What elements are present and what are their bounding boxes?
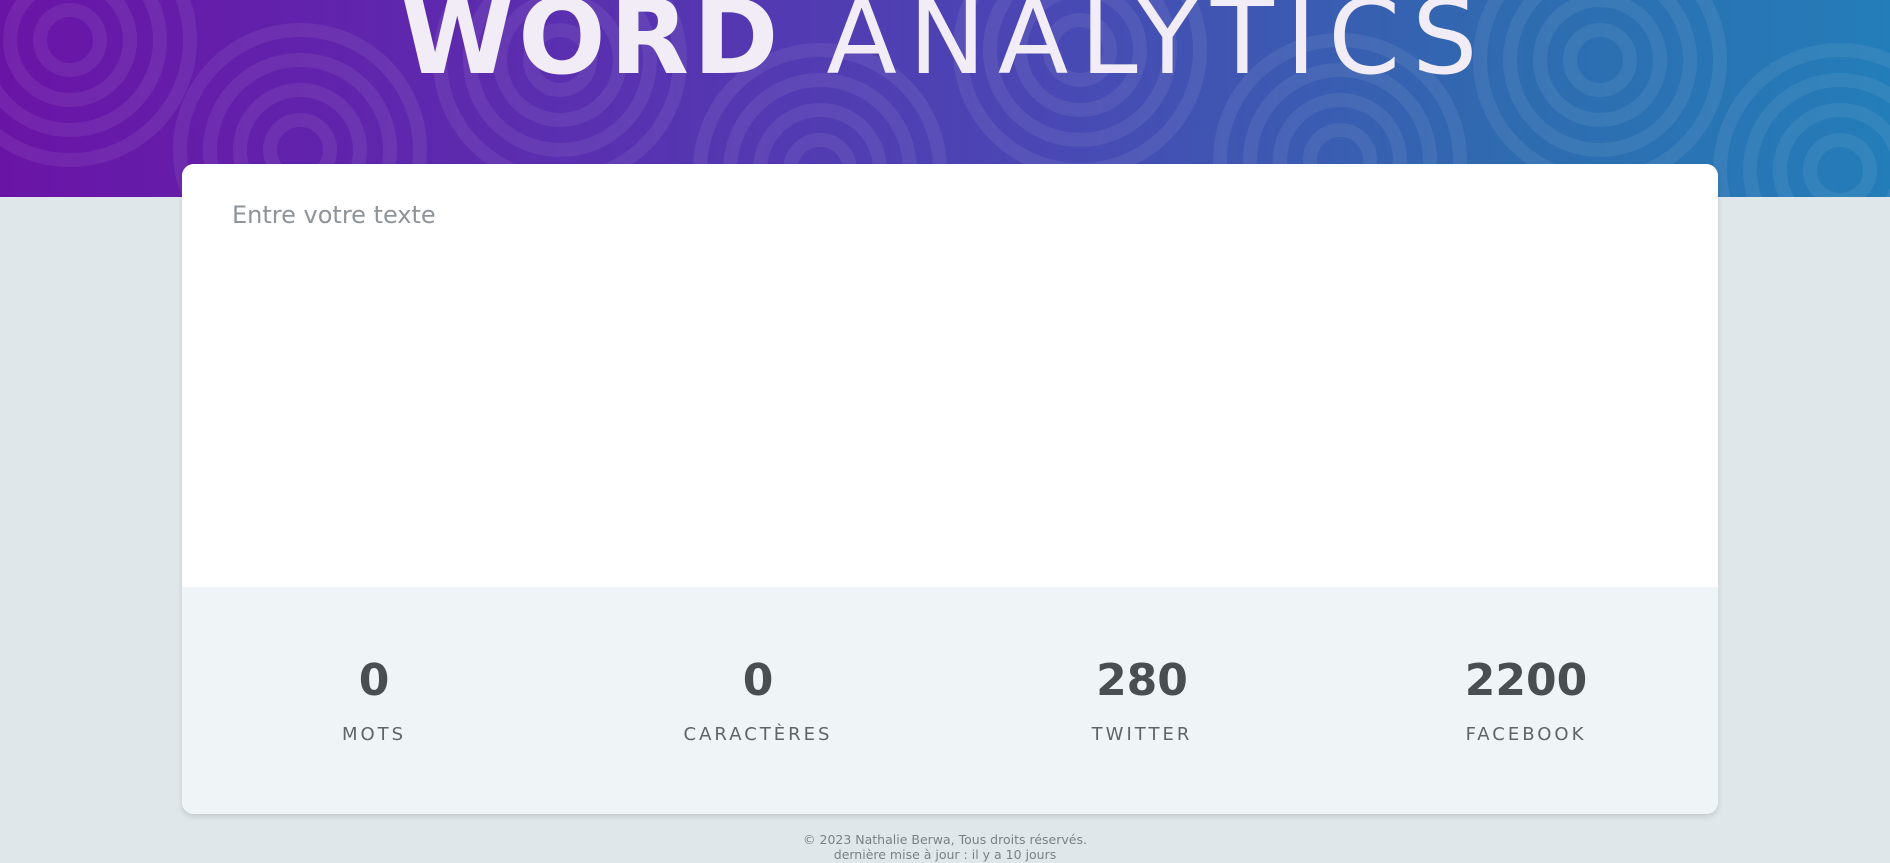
footer-copyright: © 2023 Nathalie Berwa, Tous droits réser… <box>803 832 1087 847</box>
stats-panel: 0 MOTS 0 CARACTÈRES 280 TWITTER 2200 FAC… <box>182 587 1718 814</box>
stat-words-label: MOTS <box>341 724 407 745</box>
page-title: WORD ANALYTICS <box>0 0 1890 98</box>
stat-facebook-label: FACEBOOK <box>1465 724 1587 745</box>
page-footer: © 2023 Nathalie Berwa, Tous droits réser… <box>0 832 1890 862</box>
title-light-word: ANALYTICS <box>826 0 1490 98</box>
footer-last-updated: dernière mise à jour : il y a 10 jours <box>833 847 1057 862</box>
stat-twitter-label: TWITTER <box>1091 724 1193 745</box>
stat-characters-label: CARACTÈRES <box>683 724 833 745</box>
stat-facebook-value: 2200 <box>1464 655 1588 706</box>
stat-twitter-value: 280 <box>1096 655 1188 706</box>
analytics-card: 0 MOTS 0 CARACTÈRES 280 TWITTER 2200 FAC… <box>182 164 1718 814</box>
stat-facebook: 2200 FACEBOOK <box>1334 587 1718 814</box>
stat-words-value: 0 <box>358 655 390 706</box>
stat-words: 0 MOTS <box>182 587 566 814</box>
stat-characters-value: 0 <box>742 655 774 706</box>
title-bold-word: WORD <box>400 0 783 98</box>
stat-twitter: 280 TWITTER <box>950 587 1334 814</box>
stat-characters: 0 CARACTÈRES <box>566 587 950 814</box>
text-input[interactable] <box>182 164 1718 587</box>
